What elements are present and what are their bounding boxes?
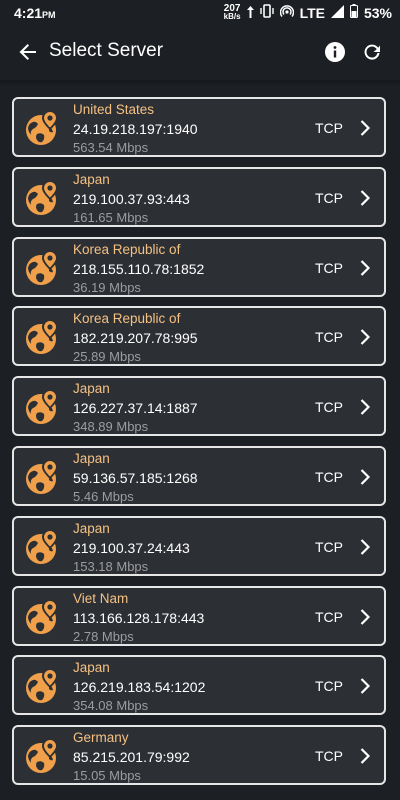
server-card[interactable]: Viet Nam 113.166.128.178:443 2.78 Mbps T… [12,585,386,646]
status-icons: 207 kB/s LTE 53% [223,3,392,21]
chevron-right-icon [360,748,371,764]
server-address: 85.215.201.79:992 [73,749,190,766]
network-speed-unit: kB/s [223,11,241,21]
server-speed: 15.05 Mbps [73,768,141,784]
refresh-button[interactable] [358,38,386,66]
vibrate-icon [259,4,274,21]
globe-pin-icon [26,110,58,145]
server-card[interactable]: Japan 219.100.37.24:443 153.18 Mbps TCP [12,515,386,576]
server-protocol: TCP [315,678,343,695]
server-speed: 2.78 Mbps [73,628,134,644]
server-speed: 563.54 Mbps [73,140,149,155]
globe-pin-icon [26,249,58,285]
server-card[interactable]: Japan 219.100.37.93:443 161.65 Mbps TCP [12,166,386,227]
server-speed: 348.89 Mbps [73,419,149,435]
status-time-value: 4:21 [14,5,43,21]
server-address: 24.19.218.197:1940 [73,121,198,137]
server-country: Japan [73,381,110,397]
server-address: 182.219.207.78:995 [73,330,198,347]
server-country: Japan [73,171,110,187]
globe-pin-icon [26,319,58,355]
server-country: Korea Republic of [73,311,181,327]
server-address: 219.100.37.24:443 [73,539,190,556]
refresh-icon [364,44,380,60]
app-bar: Select Server [0,24,400,80]
server-country: Japan [73,450,110,466]
globe-pin-icon [26,458,58,494]
server-protocol: TCP [315,189,343,206]
hotspot-icon [279,4,294,21]
server-country: Korea Republic of [73,241,181,257]
server-address: 59.136.57.185:1268 [73,469,198,486]
server-card[interactable]: Japan 59.136.57.185:1268 5.46 Mbps TCP [12,445,386,506]
globe-pin-icon [26,738,58,774]
app-bar-shadow [0,80,400,86]
chevron-right-icon [360,190,371,206]
chevron-right-icon [360,120,371,136]
server-list: United States 24.19.218.197:1940 563.54 … [12,97,386,795]
server-speed: 36.19 Mbps [73,279,141,295]
server-protocol: TCP [315,120,343,136]
server-address: 113.166.128.178:443 [73,609,205,626]
network-type: LTE [299,4,325,21]
server-card[interactable]: Germany 85.215.201.79:992 15.05 Mbps TCP [12,725,386,786]
chevron-right-icon [360,608,371,625]
signal-icon [330,4,344,21]
server-protocol: TCP [315,259,343,276]
upload-arrow-icon [246,5,254,21]
server-country: Germany [73,730,129,746]
info-icon [325,42,345,62]
server-country: Japan [73,660,110,676]
server-speed: 161.65 Mbps [73,209,149,225]
server-speed: 5.46 Mbps [73,488,134,504]
server-card[interactable]: Korea Republic of 218.155.110.78:1852 36… [12,236,386,297]
server-speed: 25.89 Mbps [73,349,141,365]
server-address: 219.100.37.93:443 [73,190,190,207]
status-bar: 4:21PM 207 kB/s LTE 53% [0,0,400,24]
server-card[interactable]: Japan 126.219.183.54:1202 354.08 Mbps TC… [12,655,386,716]
server-address: 126.219.183.54:1202 [73,679,206,696]
globe-pin-icon [26,389,58,425]
globe-pin-icon [26,528,58,564]
server-country: Japan [73,520,110,536]
chevron-right-icon [360,259,371,276]
server-protocol: TCP [315,468,343,485]
arrow-back-icon [19,44,36,60]
status-time-ampm: PM [42,10,56,20]
battery-percent: 53% [363,4,392,21]
battery-icon [349,4,358,21]
server-card[interactable]: Japan 126.227.37.14:1887 348.89 Mbps TCP [12,376,386,437]
server-country: United States [73,102,155,117]
server-protocol: TCP [315,608,343,625]
server-address: 126.227.37.14:1887 [73,400,198,417]
server-protocol: TCP [315,748,343,765]
server-speed: 153.18 Mbps [73,558,149,574]
server-speed: 354.08 Mbps [73,698,149,714]
chevron-right-icon [360,469,371,485]
server-address: 218.155.110.78:1852 [73,260,205,277]
page-title: Select Server [49,40,164,61]
server-country: Viet Nam [73,590,129,606]
globe-pin-icon [26,668,58,704]
status-time: 4:21PM [14,5,56,21]
chevron-right-icon [360,539,371,555]
chevron-right-icon [360,329,371,346]
chevron-right-icon [360,678,371,695]
server-protocol: TCP [315,329,343,346]
server-protocol: TCP [315,399,343,416]
globe-pin-icon [26,598,58,634]
server-card[interactable]: Korea Republic of 182.219.207.78:995 25.… [12,306,386,367]
server-protocol: TCP [315,538,343,555]
info-button[interactable] [321,38,349,66]
chevron-right-icon [360,399,371,415]
network-speed: 207 kB/s [223,3,241,21]
server-card[interactable]: United States 24.19.218.197:1940 563.54 … [12,97,386,157]
globe-pin-icon [26,179,58,215]
back-button[interactable] [14,38,42,66]
